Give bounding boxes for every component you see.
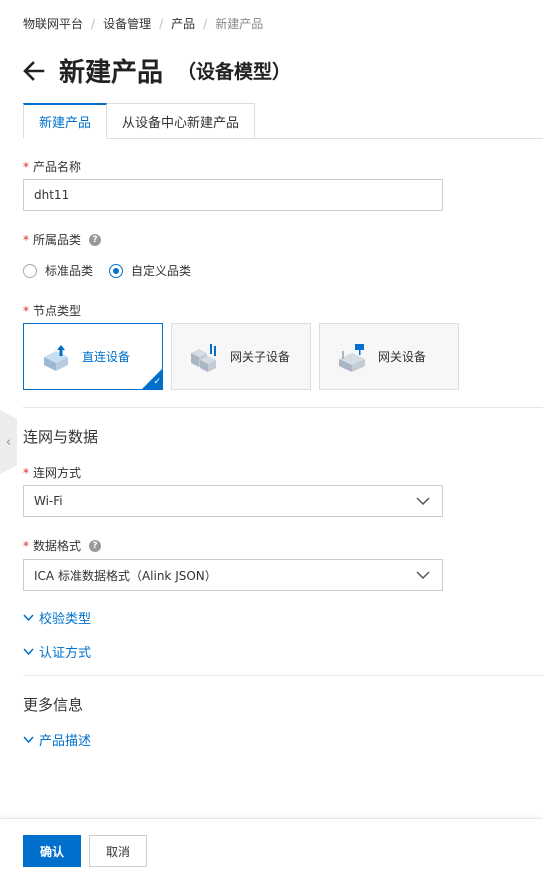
required-mark: * [23,159,29,174]
breadcrumb-separator: / [159,16,164,31]
network-method-label-text: 连网方式 [33,466,82,480]
radio-standard-category[interactable]: 标准品类 [23,262,93,279]
gateway-device-icon [339,343,365,372]
breadcrumb-item-new-product: 新建产品 [215,17,264,31]
node-type-card-gateway-device[interactable]: 网关设备 [319,323,459,390]
breadcrumb-separator: / [203,16,208,31]
required-mark: * [23,232,29,247]
tab-new-product[interactable]: 新建产品 [23,103,108,139]
tab-create-from-device-center[interactable]: 从设备中心新建产品 [106,103,256,139]
breadcrumb-item-device-management[interactable]: 设备管理 [103,15,151,32]
node-type-label: * 节点类型 [23,302,81,319]
radio-label: 标准品类 [45,264,94,278]
collapse-product-description[interactable]: 产品描述 [23,730,91,749]
section-title-network-data: 连网与数据 [23,428,99,446]
footer-bar: 确认 取消 [0,818,543,876]
node-type-card-direct-device[interactable]: 直连设备 ✓ [23,323,163,390]
card-label: 直连设备 [82,350,131,364]
network-method-label: * 连网方式 [23,464,81,481]
breadcrumb-item-products[interactable]: 产品 [171,15,195,32]
collapse-label: 认证方式 [39,646,92,661]
breadcrumb: 物联网平台 / 设备管理 / 产品 / 新建产品 [23,15,263,32]
collapse-verify-type[interactable]: 校验类型 [23,608,91,627]
gateway-subdevice-icon [191,343,216,372]
confirm-button[interactable]: 确认 [23,835,81,867]
chevron-down-icon [416,571,430,580]
section-divider [23,675,543,676]
collapse-auth-method[interactable]: 认证方式 [23,642,91,661]
node-type-cards: 直连设备 ✓ 网关子设备 网关设备 [23,323,467,390]
data-format-select[interactable]: ICA 标准数据格式（Alink JSON） [23,559,443,591]
data-format-label-text: 数据格式 [33,539,82,553]
product-name-label-text: 产品名称 [33,160,82,174]
card-label: 网关设备 [378,350,427,364]
direct-device-icon [44,344,68,371]
page-header: 新建产品 （设备模型） [23,52,291,89]
page-title: 新建产品 [59,58,164,88]
card-label: 网关子设备 [230,350,291,364]
radio-circle [23,263,37,278]
chevron-down-icon [23,648,34,656]
network-method-select[interactable]: Wi-Fi [23,485,443,517]
help-icon[interactable]: ? [89,539,102,552]
product-name-label: * 产品名称 [23,158,81,175]
chevron-down-icon [23,736,34,744]
page-subtitle: （设备模型） [177,61,292,83]
radio-custom-category[interactable]: 自定义品类 [109,262,191,279]
check-icon: ✓ [153,377,161,387]
tab-bar: 新建产品 从设备中心新建产品 [23,103,543,139]
cancel-button[interactable]: 取消 [89,835,147,867]
breadcrumb-item-iot-platform[interactable]: 物联网平台 [23,15,83,32]
node-type-label-text: 节点类型 [33,304,82,318]
network-method-value: Wi-Fi [34,494,63,508]
data-format-value: ICA 标准数据格式（Alink JSON） [34,568,217,583]
radio-label: 自定义品类 [131,264,192,278]
required-mark: * [23,465,29,480]
collapse-label: 产品描述 [39,734,92,749]
back-arrow-icon[interactable] [23,60,45,82]
category-label: * 所属品类 ? [23,231,102,248]
section-title-more-info: 更多信息 [23,696,84,714]
category-radio-group: 标准品类 自定义品类 [23,262,207,279]
collapse-label: 校验类型 [39,612,92,627]
side-collapse-handle[interactable]: ‹ [0,410,17,474]
chevron-down-icon [416,497,430,506]
radio-circle-checked [109,263,124,278]
section-divider [23,407,543,408]
required-mark: * [23,538,29,553]
category-label-text: 所属品类 [33,233,82,247]
chevron-left-icon: ‹ [5,434,12,450]
product-name-input[interactable]: dht11 [23,179,443,211]
product-name-value: dht11 [34,188,70,202]
help-icon[interactable]: ? [89,233,102,246]
data-format-label: * 数据格式 ? [23,537,102,554]
node-type-card-gateway-subdevice[interactable]: 网关子设备 [171,323,311,390]
breadcrumb-separator: / [91,16,96,31]
chevron-down-icon [23,614,34,622]
required-mark: * [23,303,29,318]
